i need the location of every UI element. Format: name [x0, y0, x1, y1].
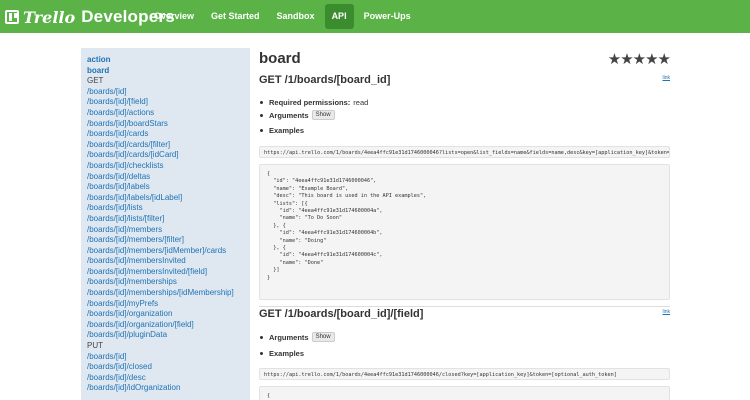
bullet-icon — [260, 129, 263, 132]
required-permissions-value: read — [353, 98, 369, 107]
section-divider — [259, 306, 670, 307]
sidebar-link[interactable]: /boards/[id]/checklists — [87, 161, 250, 172]
sidebar-link[interactable]: /boards/[id]/organization — [87, 309, 250, 320]
bullet-icon — [260, 113, 263, 117]
sidebar-link[interactable]: /boards/[id]/organization/[field] — [87, 320, 250, 331]
bullet-icon — [260, 335, 263, 339]
sidebar-link[interactable]: action — [87, 55, 250, 66]
sidebar-link[interactable]: /boards/[id]/membersInvited/[field] — [87, 267, 250, 278]
sidebar-link[interactable]: /boards/[id] — [87, 352, 250, 363]
sidebar-heading: GET — [87, 76, 104, 86]
bullet-icon — [260, 101, 263, 104]
sidebar-link[interactable]: /boards/[id]/idOrganization — [87, 383, 250, 394]
arguments-row-2: Arguments Show — [259, 332, 335, 342]
sidebar-link[interactable]: /boards/[id]/cards — [87, 129, 250, 140]
nav-item-overview[interactable]: Overview — [147, 4, 201, 29]
section1-title: GET /1/boards/[board_id] — [259, 74, 391, 86]
sidebar-link[interactable]: /boards/[id]/membersInvited — [87, 256, 250, 267]
sidebar-link[interactable]: /boards/[id]/lists — [87, 203, 250, 214]
nav-item-power-ups[interactable]: Power-Ups — [357, 4, 418, 29]
sidebar-link[interactable]: /boards/[id]/deltas — [87, 172, 250, 183]
sidebar-link[interactable]: board — [87, 66, 250, 77]
arguments-label-2: Arguments — [269, 332, 309, 342]
arguments-show-button[interactable]: Show — [311, 110, 335, 120]
example-url-2[interactable]: https://api.trello.com/1/boards/4eea4ffc… — [259, 368, 670, 380]
arguments-show-button-2[interactable]: Show — [311, 332, 335, 342]
sidebar-link[interactable]: /boards/[id]/[field] — [87, 97, 250, 108]
sidebar-link[interactable]: /boards/[id]/cards/[idCard] — [87, 150, 250, 161]
arguments-row: Arguments Show — [259, 110, 335, 120]
sidebar-link[interactable]: /boards/[id]/desc — [87, 373, 250, 384]
example-json-2[interactable]: { — [259, 386, 670, 400]
section2-link[interactable]: link — [662, 309, 670, 315]
example-json[interactable]: { "id": "4eea4ffc91e31d1746000046", "nam… — [259, 164, 670, 300]
required-permissions-row: Required permissions: read — [259, 98, 368, 107]
sidebar-link[interactable]: /boards/[id]/memberships/[idMembership] — [87, 288, 250, 299]
sidebar-link[interactable]: /boards/[id]/boardStars — [87, 119, 250, 130]
trello-wordmark: Trello — [23, 7, 76, 27]
sidebar-link[interactable]: /boards/[id]/myPrefs — [87, 299, 250, 310]
main-nav: Overview Get Started Sandbox API Power-Ups — [147, 4, 421, 29]
trello-board-icon — [5, 10, 19, 24]
nav-item-sandbox[interactable]: Sandbox — [270, 4, 322, 29]
main-content: board ★★★★★ link GET /1/boards/[board_id… — [259, 48, 671, 400]
nav-item-api[interactable]: API — [324, 4, 354, 29]
sidebar-heading: PUT — [87, 341, 103, 351]
sidebar-link[interactable]: /boards/[id]/lists/[filter] — [87, 214, 250, 225]
page-title: board — [259, 50, 301, 67]
sidebar-link[interactable]: /boards/[id] — [87, 87, 250, 98]
sidebar-link[interactable]: /boards/[id]/members/[idMember]/cards — [87, 246, 250, 257]
sidebar-link[interactable]: /boards/[id]/members — [87, 225, 250, 236]
top-navbar: Trello Developers Overview Get Started San… — [0, 0, 750, 33]
sidebar-link[interactable]: /boards/[id]/labels/[idLabel] — [87, 193, 250, 204]
required-permissions-label: Required permissions: — [269, 98, 351, 107]
examples-label: Examples — [269, 126, 305, 135]
sidebar-link[interactable]: /boards/[id]/members/[filter] — [87, 235, 250, 246]
section1-link[interactable]: link — [662, 75, 670, 81]
sidebar-link[interactable]: /boards/[id]/closed — [87, 362, 250, 373]
bullet-icon — [260, 352, 263, 355]
section2-title: GET /1/boards/[board_id]/[field] — [259, 308, 424, 320]
rating-stars[interactable]: ★★★★★ — [608, 50, 671, 68]
sidebar-link[interactable]: /boards/[id]/pluginData — [87, 330, 250, 341]
api-sidebar: action board GET/boards/[id]/boards/[id]/[… — [81, 48, 250, 400]
nav-item-get-started[interactable]: Get Started — [204, 4, 267, 29]
example-url[interactable]: https://api.trello.com/1/boards/4eea4ffc… — [259, 146, 670, 158]
examples-row-2: Examples — [259, 349, 304, 358]
examples-label-2: Examples — [269, 349, 305, 358]
sidebar-link[interactable]: /boards/[id]/cards/[filter] — [87, 140, 250, 151]
sidebar-link[interactable]: /boards/[id]/actions — [87, 108, 250, 119]
sidebar-link[interactable]: /boards/[id]/labels — [87, 182, 250, 193]
sidebar-link[interactable]: /boards/[id]/memberships — [87, 277, 250, 288]
arguments-label: Arguments — [269, 110, 309, 120]
examples-row: Examples — [259, 126, 304, 135]
